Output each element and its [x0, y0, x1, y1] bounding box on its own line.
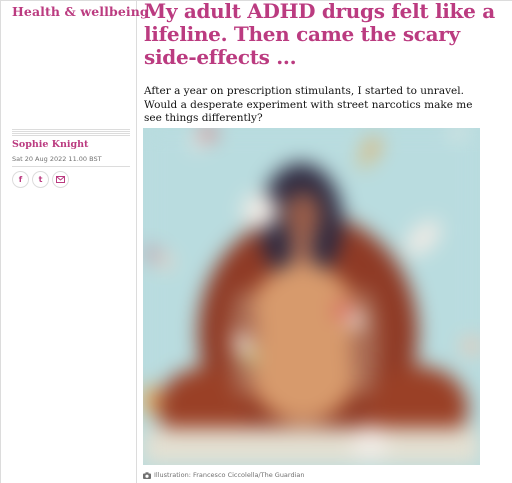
caption-text: Illustration: Francesco Ciccolella/The G…	[154, 471, 305, 479]
article-headline: My adult ADHD drugs felt like a lifeline…	[144, 0, 495, 69]
envelope-icon	[56, 176, 65, 183]
camera-icon	[143, 471, 151, 479]
section-link[interactable]: Health & wellbeing	[12, 4, 149, 19]
share-facebook-button[interactable]: f	[12, 171, 29, 188]
author-link[interactable]: Sophie Knight	[12, 139, 88, 150]
image-caption: Illustration: Francesco Ciccolella/The G…	[143, 471, 305, 479]
facebook-icon: f	[18, 175, 23, 184]
share-twitter-button[interactable]: t	[32, 171, 49, 188]
illustration-artwork	[143, 128, 480, 465]
meta-divider	[12, 166, 130, 167]
article-illustration	[143, 128, 480, 465]
left-border	[0, 0, 1, 483]
twitter-icon: t	[38, 175, 43, 184]
byline-divider	[12, 129, 130, 136]
column-divider	[136, 0, 137, 483]
share-email-button[interactable]	[52, 171, 69, 188]
article-standfirst: After a year on prescription stimulants,…	[144, 85, 473, 124]
publish-date: Sat 20 Aug 2022 11.00 BST	[12, 155, 102, 163]
